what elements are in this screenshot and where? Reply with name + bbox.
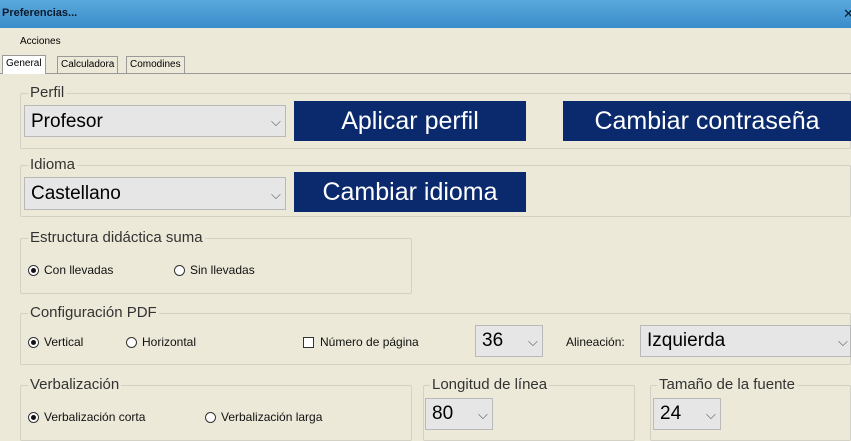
change-password-button[interactable]: Cambiar contraseña (563, 101, 851, 141)
page-number-label: Número de página (320, 335, 419, 349)
radio-sin-llevadas-label: Sin llevadas (190, 263, 255, 277)
radio-sin-llevadas-button[interactable] (174, 264, 185, 276)
alignment-select-value: Izquierda (647, 330, 726, 351)
page-number-checkbox[interactable] (303, 336, 314, 348)
chevron-down-icon: ⌵ (271, 187, 281, 202)
radio-horizontal-button[interactable] (126, 336, 137, 348)
radio-verbalizacion-larga[interactable]: Verbalización larga (205, 410, 322, 424)
tab-general[interactable]: General (2, 55, 46, 74)
radio-vertical-button[interactable] (28, 336, 39, 348)
perfil-select-value: Profesor (31, 111, 103, 132)
chevron-down-icon: ⌵ (706, 407, 716, 422)
font-size-select[interactable]: 24 ⌵ (653, 398, 721, 430)
radio-vertical[interactable]: Vertical (28, 335, 83, 349)
radio-horizontal-label: Horizontal (142, 335, 197, 349)
chevron-down-icon: ⌵ (478, 407, 488, 422)
idioma-select[interactable]: Castellano ⌵ (24, 177, 286, 210)
radio-verbalizacion-larga-button[interactable] (205, 411, 216, 423)
title-bar: Preferencias... ✕ (0, 0, 851, 28)
tamano-group-label: Tamaño de la fuente (657, 376, 797, 393)
radio-horizontal[interactable]: Horizontal (126, 335, 196, 349)
estructura-group-label: Estructura didáctica suma (28, 229, 205, 246)
menu-bar: Acciones (0, 28, 851, 54)
radio-verbalizacion-corta-label: Verbalización corta (44, 410, 146, 424)
radio-con-llevadas-label: Con llevadas (44, 263, 114, 277)
radio-sin-llevadas[interactable]: Sin llevadas (174, 263, 255, 277)
radio-verbalizacion-corta-button[interactable] (28, 411, 39, 423)
perfil-group-label: Perfil (28, 84, 67, 101)
window-title: Preferencias... (2, 7, 78, 19)
chevron-down-icon: ⌵ (528, 334, 538, 349)
radio-verbalizacion-larga-label: Verbalización larga (221, 410, 323, 424)
verbalizacion-group-label: Verbalización (28, 376, 122, 393)
close-icon[interactable]: ✕ (843, 6, 851, 22)
chevron-down-icon: ⌵ (838, 334, 848, 349)
perfil-select[interactable]: Profesor ⌵ (24, 105, 286, 137)
radio-vertical-label: Vertical (44, 335, 84, 349)
pdf-group-label: Configuración PDF (28, 304, 159, 321)
tab-comodines[interactable]: Comodines (126, 56, 185, 73)
longitud-group-label: Longitud de línea (430, 376, 550, 393)
alignment-select[interactable]: Izquierda ⌵ (640, 325, 851, 357)
alignment-label: Alineación: (566, 335, 625, 349)
menu-acciones[interactable]: Acciones (20, 36, 61, 47)
font-size-value: 24 (660, 403, 682, 424)
radio-con-llevadas-button[interactable] (28, 264, 39, 276)
radio-con-llevadas[interactable]: Con llevadas (28, 263, 113, 277)
tab-calculadora[interactable]: Calculadora (57, 56, 119, 73)
idioma-group-label: Idioma (28, 156, 78, 173)
change-language-button[interactable]: Cambiar idioma (294, 172, 526, 212)
radio-verbalizacion-corta[interactable]: Verbalización corta (28, 410, 145, 424)
apply-profile-button[interactable]: Aplicar perfil (294, 101, 526, 141)
chevron-down-icon: ⌵ (271, 114, 281, 129)
pdf-font-size-value: 36 (482, 330, 504, 351)
idioma-select-value: Castellano (31, 183, 121, 204)
line-length-value: 80 (432, 403, 454, 424)
tab-strip: General Calculadora Comodines (0, 55, 851, 74)
pdf-font-size-select[interactable]: 36 ⌵ (475, 325, 543, 357)
page-number-checkbox-row[interactable]: Número de página (303, 335, 419, 349)
line-length-select[interactable]: 80 ⌵ (425, 398, 493, 430)
